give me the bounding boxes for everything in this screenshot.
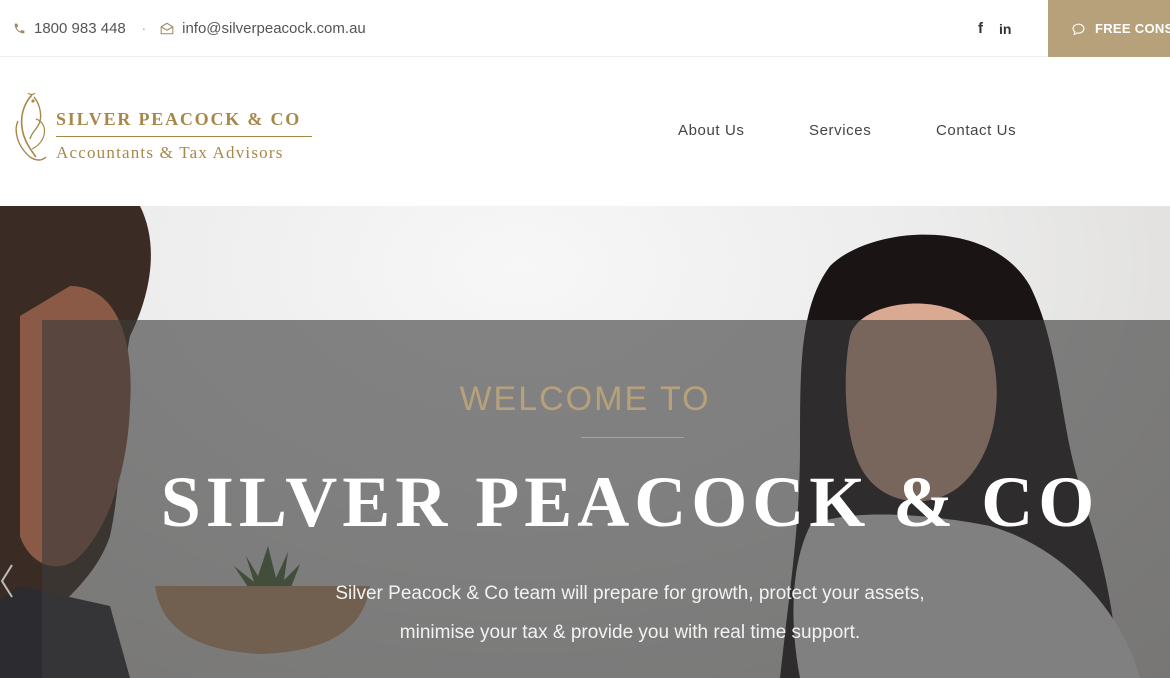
facebook-icon[interactable]: f	[978, 20, 983, 37]
hero-subtitle-line-2: minimise your tax & provide you with rea…	[399, 622, 861, 643]
nav-item-contact-us[interactable]: Contact Us	[936, 122, 1016, 139]
peacock-logo-icon	[15, 92, 47, 161]
hero-headline: SILVER PEACOCK & CO	[160, 462, 1100, 542]
email-link[interactable]: info@silverpeacock.com.au	[182, 20, 366, 37]
nav-item-about-us[interactable]: About Us	[678, 122, 745, 139]
hero-banner: WELCOME TO SILVER PEACOCK & CO Silver Pe…	[0, 206, 1170, 678]
site-header: SILVER PEACOCK & CO Accountants & Tax Ad…	[0, 57, 1170, 206]
logo[interactable]: SILVER PEACOCK & CO Accountants & Tax Ad…	[12, 91, 322, 163]
hero-divider	[581, 437, 684, 438]
logo-name: SILVER PEACOCK & CO	[56, 109, 302, 129]
logo-tagline: Accountants & Tax Advisors	[56, 143, 284, 162]
free-consultation-button[interactable]: FREE CONS	[1048, 0, 1170, 57]
nav-item-services[interactable]: Services	[809, 122, 871, 139]
separator-dot: ·	[141, 21, 147, 36]
phone-link[interactable]: 1800 983 448	[34, 20, 126, 37]
linkedin-icon[interactable]: in	[999, 21, 1011, 37]
logo-divider	[56, 136, 312, 137]
social-links: f in	[978, 0, 1011, 57]
top-bar: 1800 983 448 · info@silverpeacock.com.au…	[0, 0, 1170, 57]
phone-icon	[12, 22, 26, 36]
contact-info: 1800 983 448 · info@silverpeacock.com.au	[12, 0, 366, 57]
chat-bubble-icon	[1072, 23, 1085, 35]
cta-label: FREE CONS	[1095, 21, 1170, 36]
hero-welcome-text: WELCOME TO	[459, 380, 711, 418]
hero-subtitle-line-1: Silver Peacock & Co team will prepare fo…	[335, 583, 925, 604]
envelope-icon	[160, 22, 174, 36]
